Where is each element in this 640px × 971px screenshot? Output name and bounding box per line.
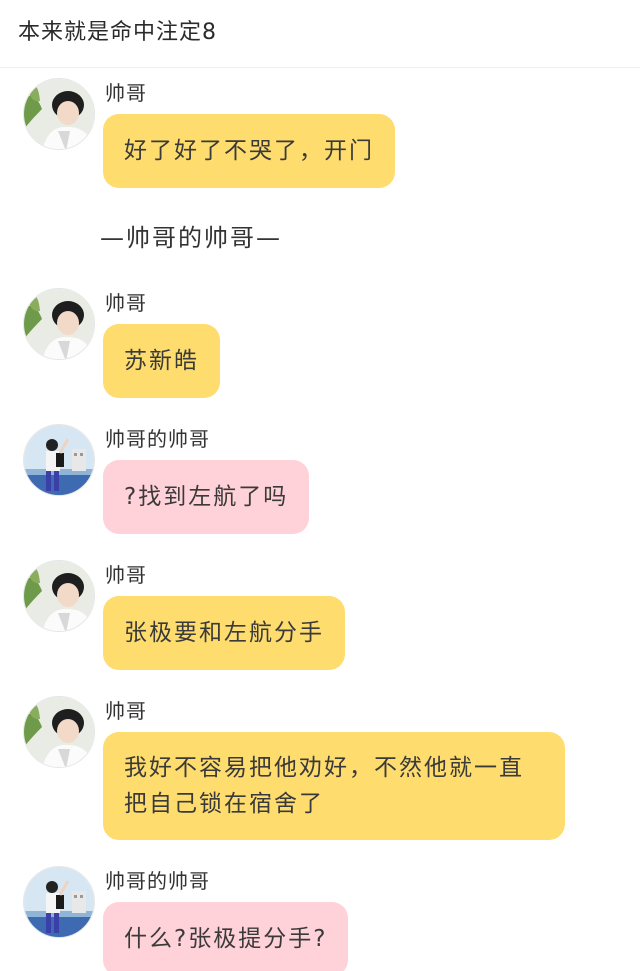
avatar-a-icon[interactable] <box>23 696 95 768</box>
message-bubble[interactable]: 什么?张极提分手? <box>103 902 349 971</box>
avatar-a-icon[interactable] <box>23 78 95 150</box>
sender-name: 帅哥 <box>105 81 147 105</box>
sender-name: 帅哥的帅哥 <box>105 869 210 893</box>
sender-name: 帅哥 <box>105 699 147 723</box>
avatar-b-icon[interactable] <box>23 424 95 496</box>
message-bubble[interactable]: 张极要和左航分手 <box>103 596 345 670</box>
sender-name: 帅哥的帅哥 <box>105 427 210 451</box>
section-divider: —帅哥的帅哥— <box>100 224 282 252</box>
message-bubble[interactable]: ?找到左航了吗 <box>103 460 310 534</box>
chat-header: 本来就是命中注定8 <box>0 0 640 68</box>
chat-title: 本来就是命中注定8 <box>18 20 217 45</box>
avatar-a-icon[interactable] <box>23 288 95 360</box>
sender-name: 帅哥 <box>105 291 147 315</box>
message-bubble[interactable]: 我好不容易把他劝好，不然他就一直把自己锁在宿舍了 <box>103 732 565 840</box>
avatar-b-icon[interactable] <box>23 866 95 938</box>
message-bubble[interactable]: 好了好了不哭了，开门 <box>103 114 395 188</box>
sender-name: 帅哥 <box>105 563 147 587</box>
avatar-a-icon[interactable] <box>23 560 95 632</box>
message-bubble[interactable]: 苏新皓 <box>103 324 220 398</box>
